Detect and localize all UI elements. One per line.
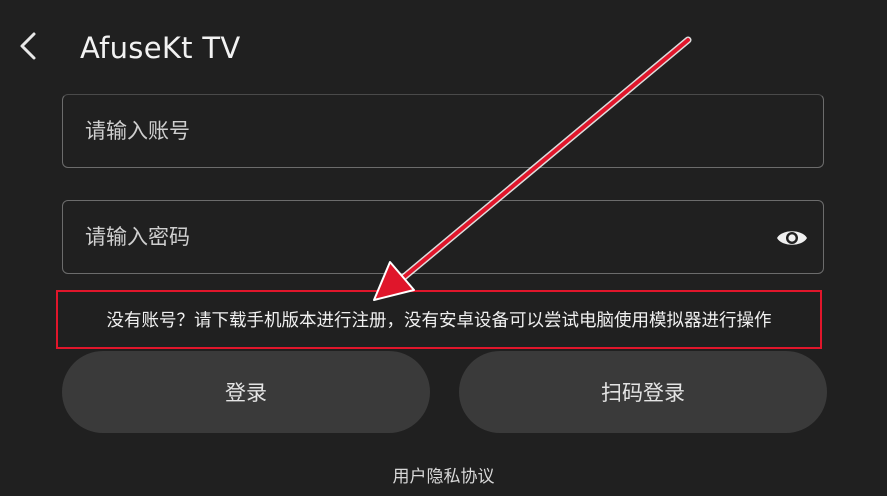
register-hint-text: 没有账号？请下载手机版本进行注册，没有安卓设备可以尝试电脑使用模拟器进行操作 [106,311,772,331]
account-input[interactable] [85,95,765,167]
register-hint-highlight: 没有账号？请下载手机版本进行注册，没有安卓设备可以尝试电脑使用模拟器进行操作 [56,290,822,349]
account-field[interactable] [62,94,824,168]
page-title: AfuseKt TV [80,31,241,65]
chevron-left-icon [20,32,36,60]
password-field[interactable] [62,200,824,274]
password-input[interactable] [85,201,765,273]
back-button[interactable] [8,24,48,68]
qr-login-button[interactable]: 扫码登录 [459,351,827,433]
login-button[interactable]: 登录 [62,351,430,433]
eye-icon [777,231,807,245]
privacy-policy-link[interactable]: 用户隐私协议 [0,462,887,487]
password-visibility-toggle[interactable] [775,223,809,253]
login-page: AfuseKt TV 没有账号？请下载手机版本进行注册，没有安卓设备可以尝试电脑… [0,0,887,496]
